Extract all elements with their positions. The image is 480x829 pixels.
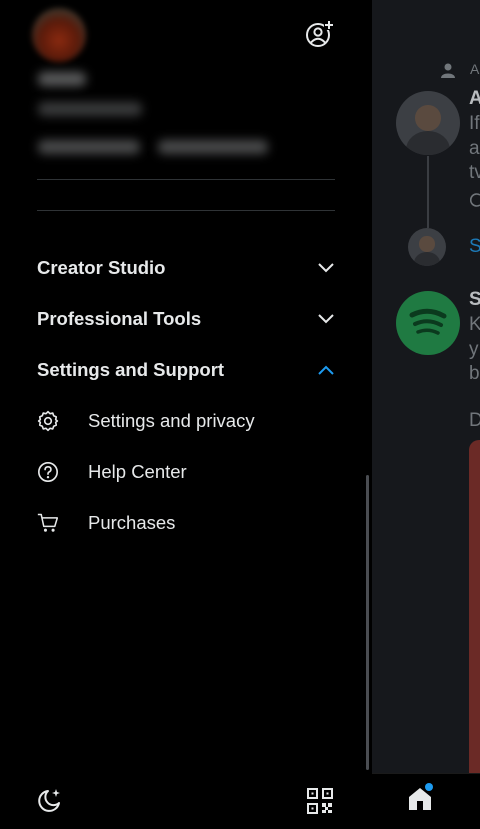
tweet-text-line: a — [469, 138, 480, 159]
menu-item-label: Settings and privacy — [88, 410, 255, 431]
help-icon — [37, 461, 59, 483]
menu-item-label: Purchases — [88, 512, 176, 533]
menu-item-settings-and-privacy[interactable]: Settings and privacy — [37, 406, 335, 436]
thread-line — [427, 156, 429, 228]
tweet-text-line: If — [469, 113, 480, 134]
scrollbar[interactable] — [366, 475, 369, 770]
chevron-up-icon — [318, 365, 334, 375]
moon-icon[interactable] — [36, 787, 64, 815]
chevron-down-icon — [318, 314, 334, 324]
reply-icon[interactable] — [470, 192, 480, 208]
media-card[interactable] — [469, 440, 480, 780]
spotify-icon — [409, 308, 447, 335]
section-label: Professional Tools — [37, 308, 202, 329]
add-account-icon[interactable] — [305, 20, 335, 48]
spotify-avatar[interactable] — [396, 291, 460, 355]
tweet-author[interactable]: A — [469, 88, 480, 110]
profile-avatar[interactable] — [32, 8, 86, 62]
section-settings-and-support[interactable]: Settings and Support — [37, 355, 335, 385]
profile-name-blurred[interactable] — [38, 72, 86, 86]
section-text: D — [469, 410, 480, 431]
spotify-text-line: y — [469, 339, 479, 360]
section-creator-studio[interactable]: Creator Studio — [37, 253, 335, 283]
spotify-name[interactable]: S — [469, 289, 480, 311]
qr-code-icon[interactable] — [307, 788, 333, 814]
show-thread-link[interactable]: S — [469, 236, 480, 258]
divider — [37, 179, 335, 180]
menu-item-label: Help Center — [88, 461, 187, 482]
following-count-blurred[interactable] — [38, 140, 140, 154]
tweet-text-line: tv — [469, 162, 480, 183]
section-professional-tools[interactable]: Professional Tools — [37, 304, 335, 334]
section-label: Creator Studio — [37, 257, 166, 278]
spotify-text-line: K — [469, 314, 480, 335]
profile-handle-blurred — [38, 102, 142, 116]
tweet-avatar[interactable] — [396, 91, 460, 155]
thread-avatar[interactable] — [408, 228, 446, 266]
divider — [37, 210, 335, 211]
person-icon — [441, 63, 455, 78]
chevron-down-icon — [318, 263, 334, 273]
menu-item-purchases[interactable]: Purchases — [37, 508, 335, 538]
menu-item-help-center[interactable]: Help Center — [37, 457, 335, 487]
section-label: Settings and Support — [37, 359, 225, 380]
followers-count-blurred[interactable] — [158, 140, 268, 154]
spotify-text-line: b — [469, 363, 480, 384]
notification-dot — [425, 783, 433, 791]
gear-icon — [37, 410, 59, 432]
social-context-text: A — [470, 61, 480, 77]
cart-icon — [37, 512, 59, 534]
